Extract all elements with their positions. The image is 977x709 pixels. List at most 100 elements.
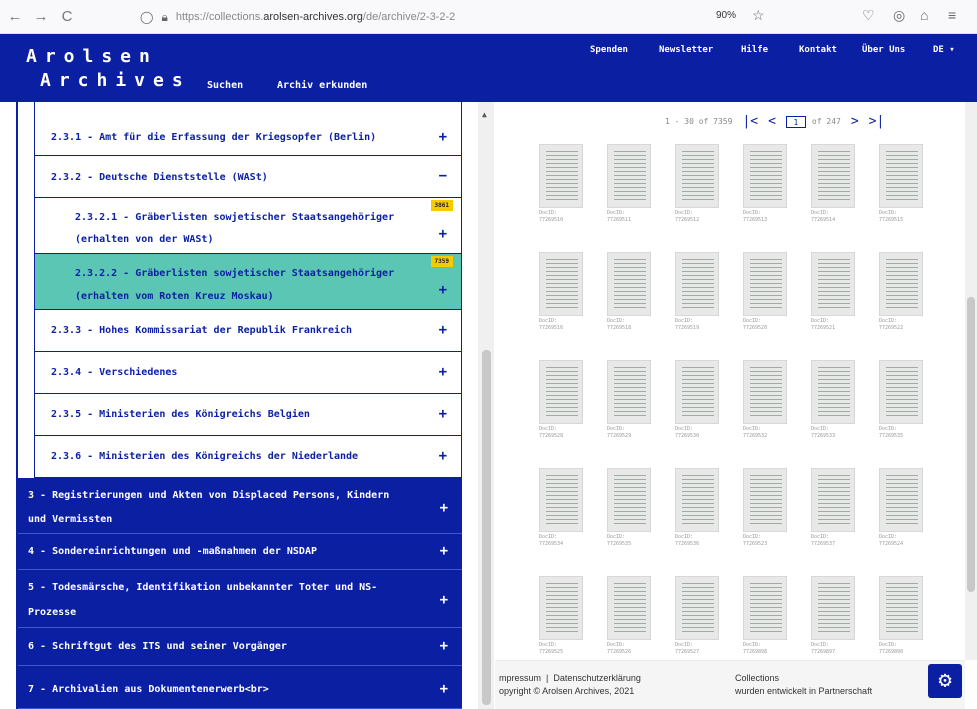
document-thumbnail[interactable]: DocID: 77269897 [811,576,855,660]
expand-icon[interactable]: + [439,364,447,380]
expand-icon[interactable]: + [439,322,447,338]
impressum-link[interactable]: mpressum [499,673,541,683]
document-image[interactable] [539,252,583,316]
prev-page-button[interactable]: < [768,114,776,129]
logo-line2[interactable]: Archives [40,70,191,91]
document-image[interactable] [539,360,583,424]
document-image[interactable] [743,468,787,532]
tree-item-2-3-4[interactable]: 2.3.4 - Verschiedenes + [34,352,462,394]
tree-item-2-3-1[interactable]: 2.3.1 - Amt für die Erfassung der Kriegs… [34,102,462,156]
document-thumbnail[interactable]: DocID: 77269519 [675,252,719,336]
nav-hilfe[interactable]: Hilfe [741,45,768,55]
document-thumbnail[interactable]: DocID: 77269522 [879,252,923,336]
next-page-button[interactable]: > [851,114,859,129]
document-image[interactable] [675,468,719,532]
expand-icon[interactable]: + [439,226,447,242]
nav-kontakt[interactable]: Kontakt [799,45,837,55]
document-thumbnail[interactable]: DocID: 77269530 [675,360,719,444]
account-icon[interactable]: ◎ [893,7,905,24]
document-image[interactable] [811,576,855,640]
document-thumbnail[interactable]: DocID: 77269513 [743,144,787,228]
nav-suchen[interactable]: Suchen [207,80,243,91]
tree-section-3[interactable]: 3 - Registrierungen und Akten von Displa… [18,478,462,534]
document-thumbnail[interactable]: DocID: 77269515 [879,144,923,228]
document-image[interactable] [539,576,583,640]
tree-section-7[interactable]: 7 - Archivalien aus Dokumentenerwerb<br>… [18,666,462,709]
address-bar[interactable]: ◯ 🔒︎ https://collections.arolsen-archive… [140,6,800,28]
document-thumbnail[interactable]: DocID: 77269510 [539,144,583,228]
document-thumbnail[interactable]: DocID: 77269521 [811,252,855,336]
scroll-up-icon[interactable]: ▲ [482,110,487,119]
tree-item-2-3-6[interactable]: 2.3.6 - Ministerien des Königreichs der … [34,436,462,478]
menu-icon[interactable]: ≡ [948,7,956,23]
expand-icon[interactable]: + [440,592,448,608]
document-thumbnail[interactable]: DocID: 77269523 [743,468,787,552]
reload-icon[interactable]: C [56,8,78,25]
document-image[interactable] [743,252,787,316]
document-thumbnail[interactable]: DocID: 77269524 [879,468,923,552]
first-page-button[interactable]: |< [742,114,758,129]
tree-item-2-3-3[interactable]: 2.3.3 - Hohes Kommissariat der Republik … [34,310,462,352]
document-image[interactable] [811,144,855,208]
collapse-icon[interactable]: − [439,168,447,184]
document-thumbnail[interactable]: DocID: 77269535 [607,468,651,552]
document-thumbnail[interactable]: DocID: 77269528 [539,360,583,444]
document-thumbnail[interactable]: DocID: 77269516 [539,252,583,336]
document-image[interactable] [743,360,787,424]
document-thumbnail[interactable]: DocID: 77269512 [675,144,719,228]
tree-section-5[interactable]: 5 - Todesmärsche, Identifikation unbekan… [18,570,462,628]
expand-icon[interactable]: + [440,500,448,516]
scrollbar-thumb[interactable] [482,350,491,705]
document-image[interactable] [879,144,923,208]
nav-newsletter[interactable]: Newsletter [659,45,713,55]
document-thumbnail[interactable]: DocID: 77269532 [743,360,787,444]
settings-gear-icon[interactable]: ⚙ [928,664,962,698]
document-image[interactable] [675,576,719,640]
tree-section-4[interactable]: 4 - Sondereinrichtungen und -maßnahmen d… [18,534,462,570]
logo-line1[interactable]: Arolsen [26,46,158,67]
document-thumbnail[interactable]: DocID: 77269511 [607,144,651,228]
document-thumbnail[interactable]: DocID: 77269898 [743,576,787,660]
document-thumbnail[interactable]: DocID: 77269536 [675,468,719,552]
expand-icon[interactable]: + [439,448,447,464]
scrollbar-thumb[interactable] [967,297,975,592]
expand-icon[interactable]: + [439,129,447,145]
document-image[interactable] [539,144,583,208]
document-image[interactable] [675,144,719,208]
nav-ueber-uns[interactable]: Über Uns [862,45,905,55]
document-image[interactable] [743,144,787,208]
document-thumbnail[interactable]: DocID: 77269535 [879,360,923,444]
document-image[interactable] [607,144,651,208]
url-text[interactable]: https://collections.arolsen-archives.org… [176,11,455,23]
back-icon[interactable]: ← [4,8,26,25]
document-image[interactable] [607,360,651,424]
document-image[interactable] [607,252,651,316]
document-image[interactable] [879,468,923,532]
extensions-icon[interactable]: ⌂ [920,7,928,23]
nav-spenden[interactable]: Spenden [590,45,628,55]
datenschutz-link[interactable]: Datenschutzerklärung [553,673,641,683]
document-image[interactable] [607,468,651,532]
document-image[interactable] [743,576,787,640]
document-thumbnail[interactable]: DocID: 77269527 [675,576,719,660]
document-thumbnail[interactable]: DocID: 77269529 [607,360,651,444]
last-page-button[interactable]: >| [869,114,885,129]
document-image[interactable] [811,360,855,424]
forward-icon[interactable]: → [30,8,52,25]
document-image[interactable] [675,252,719,316]
page-input[interactable]: 1 [785,115,806,128]
expand-icon[interactable]: + [439,406,447,422]
document-image[interactable] [539,468,583,532]
document-thumbnail[interactable]: DocID: 77269533 [811,360,855,444]
document-image[interactable] [879,576,923,640]
zoom-level[interactable]: 90% [716,10,736,21]
expand-icon[interactable]: + [440,681,448,697]
document-thumbnail[interactable]: DocID: 77269514 [811,144,855,228]
expand-icon[interactable]: + [439,282,447,298]
document-image[interactable] [607,576,651,640]
tree-item-2-3-5[interactable]: 2.3.5 - Ministerien des Königreichs Belg… [34,394,462,436]
pocket-icon[interactable]: ♡ [862,7,875,24]
document-thumbnail[interactable]: DocID: 77269525 [539,576,583,660]
viewer-scrollbar[interactable] [965,102,977,660]
document-image[interactable] [675,360,719,424]
